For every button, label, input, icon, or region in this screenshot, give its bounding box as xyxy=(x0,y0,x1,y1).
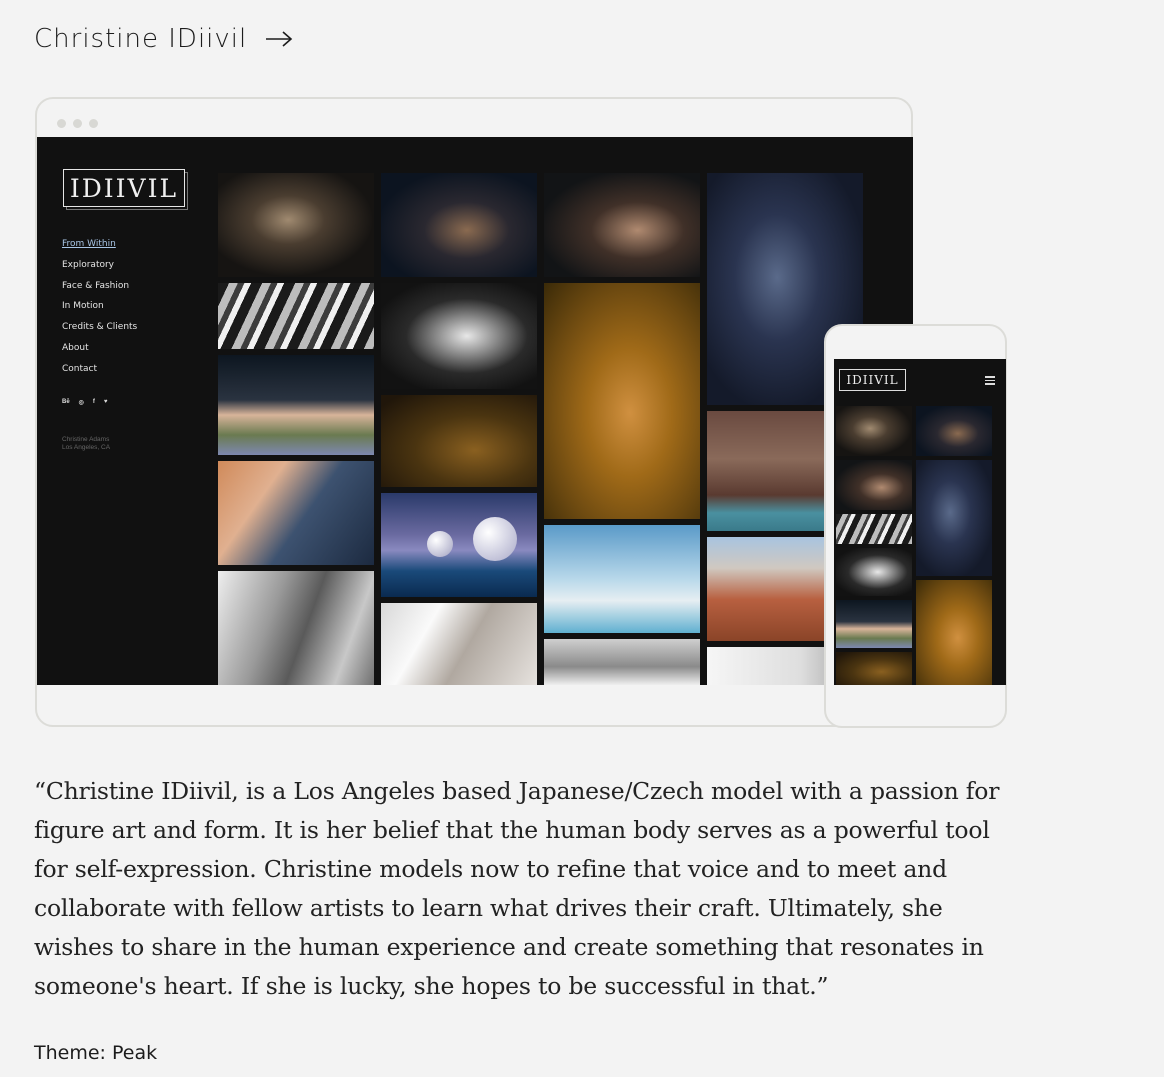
gallery-photo[interactable] xyxy=(218,355,374,455)
twitter-icon[interactable]: ♥ xyxy=(104,399,108,406)
mobile-screen: IDIIVIL xyxy=(834,359,1006,685)
nav-item-contact[interactable]: Contact xyxy=(62,362,137,383)
mobile-gallery-photo[interactable] xyxy=(836,548,912,596)
footer-name: Christine Adams xyxy=(62,436,110,443)
mobile-gallery-photo[interactable] xyxy=(836,460,912,510)
nav-item-face-fashion[interactable]: Face & Fashion xyxy=(62,279,137,300)
nav-item-exploratory[interactable]: Exploratory xyxy=(62,258,137,279)
social-links: Bē ◎ f ♥ xyxy=(62,399,107,406)
footer-info: Christine Adams Los Angeles, CA xyxy=(62,436,110,452)
mobile-gallery-photo[interactable] xyxy=(836,406,912,456)
facebook-icon[interactable]: f xyxy=(93,399,95,406)
site-nav: From Within Exploratory Face & Fashion I… xyxy=(62,237,137,383)
desktop-mockup: IDIIVIL From Within Exploratory Face & F… xyxy=(35,97,913,727)
gallery-photo[interactable] xyxy=(544,525,700,633)
mobile-gallery-photo[interactable] xyxy=(916,580,992,685)
mobile-gallery-photo[interactable] xyxy=(916,460,992,576)
gallery-photo[interactable] xyxy=(381,173,537,277)
gallery-photo[interactable] xyxy=(381,603,537,685)
gallery-photo[interactable] xyxy=(544,173,700,277)
hamburger-menu-icon[interactable] xyxy=(985,376,995,385)
gallery-photo[interactable] xyxy=(381,493,537,597)
site-name: Christine IDiivil xyxy=(34,24,248,54)
gallery-photo[interactable] xyxy=(218,571,374,685)
gallery-photo[interactable] xyxy=(381,283,537,389)
gallery-photo[interactable] xyxy=(381,395,537,487)
sphere-shape xyxy=(427,531,453,557)
sphere-shape xyxy=(473,517,517,561)
behance-icon[interactable]: Bē xyxy=(62,399,70,406)
gallery-photo[interactable] xyxy=(218,173,374,277)
nav-item-from-within[interactable]: From Within xyxy=(62,237,137,258)
nav-item-credits-clients[interactable]: Credits & Clients xyxy=(62,320,137,341)
gallery-photo[interactable] xyxy=(544,639,700,685)
gallery-photo[interactable] xyxy=(544,283,700,519)
site-link[interactable]: Christine IDiivil xyxy=(34,22,293,56)
instagram-icon[interactable]: ◎ xyxy=(79,399,84,406)
nav-item-about[interactable]: About xyxy=(62,341,137,362)
mobile-gallery-photo[interactable] xyxy=(836,652,912,685)
logo-text: IDIIVIL xyxy=(69,173,179,203)
site-description: “Christine IDiivil, is a Los Angeles bas… xyxy=(34,777,1000,1000)
desktop-screen: IDIIVIL From Within Exploratory Face & F… xyxy=(37,137,913,685)
mobile-gallery-photo[interactable] xyxy=(836,600,912,648)
nav-item-in-motion[interactable]: In Motion xyxy=(62,299,137,320)
window-dot xyxy=(73,119,82,128)
gallery-photo[interactable] xyxy=(218,461,374,565)
site-logo[interactable]: IDIIVIL xyxy=(63,169,185,207)
mobile-gallery-photo[interactable] xyxy=(836,514,912,544)
arrow-right-icon xyxy=(266,31,293,47)
mobile-site-logo[interactable]: IDIIVIL xyxy=(839,369,906,391)
footer-location: Los Angeles, CA xyxy=(62,444,111,451)
mobile-mockup: IDIIVIL xyxy=(824,324,1007,728)
mobile-logo-text: IDIIVIL xyxy=(846,373,899,387)
window-dots xyxy=(57,119,98,128)
mobile-gallery-photo[interactable] xyxy=(916,406,992,456)
window-dot xyxy=(57,119,66,128)
window-dot xyxy=(89,119,98,128)
gallery-photo[interactable] xyxy=(218,283,374,349)
theme-label: Theme: Peak xyxy=(34,1042,158,1064)
